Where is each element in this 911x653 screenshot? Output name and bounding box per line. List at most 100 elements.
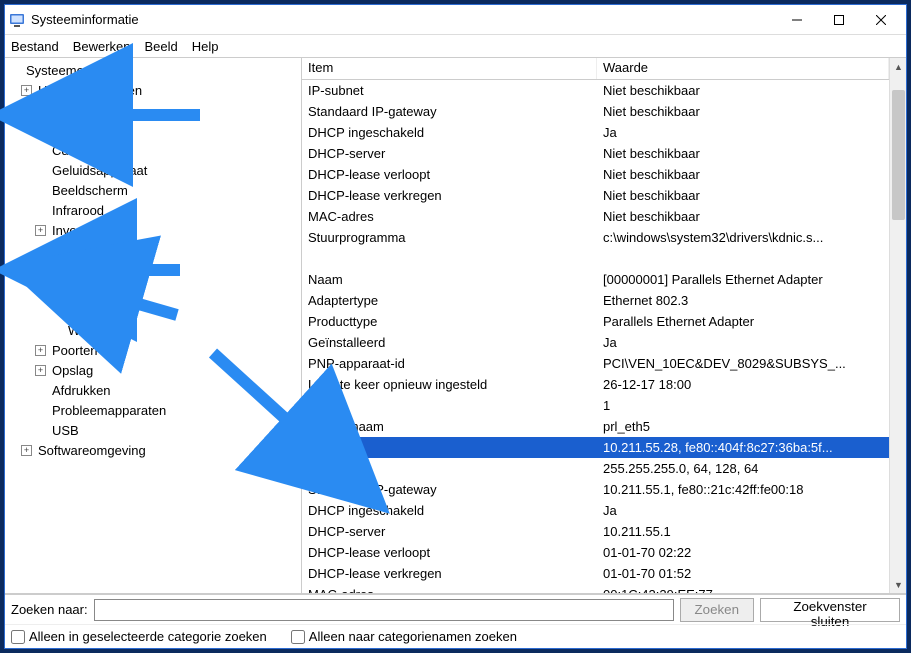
cell-value: Ethernet 802.3: [597, 293, 889, 308]
cell-item: Standaard IP-gateway: [302, 104, 597, 119]
cell-item: PNP-apparaat-id: [302, 356, 597, 371]
menubar: Bestand Bewerken Beeld Help: [5, 35, 906, 57]
search-input[interactable]: [94, 599, 674, 621]
search-button[interactable]: Zoeken: [680, 598, 754, 622]
header-item[interactable]: Item: [302, 58, 597, 79]
cell-value: Niet beschikbaar: [597, 209, 889, 224]
cell-value: prl_eth5: [597, 419, 889, 434]
table-row[interactable]: ProducttypeParallels Ethernet Adapter: [302, 311, 889, 332]
content-pane: Systeemoverzicht +Hardwarebronnen −Onder…: [5, 57, 906, 594]
cell-value: 10.211.55.28, fe80::404f:8c27:36ba:5f...: [597, 440, 889, 455]
table-row[interactable]: MAC-adres00:1C:42:29:EE:77: [302, 584, 889, 593]
close-button[interactable]: [860, 6, 902, 34]
table-row[interactable]: IP-subnetNiet beschikbaar: [302, 80, 889, 101]
table-row[interactable]: Laatste keer opnieuw ingesteld26-12-17 1…: [302, 374, 889, 395]
cell-item: Standaard IP-gateway: [302, 482, 597, 497]
cell-item: IP-subnet: [302, 83, 597, 98]
cell-item: MAC-adres: [302, 209, 597, 224]
tree-usb[interactable]: USB: [9, 420, 297, 440]
cell-item: Laatste keer opnieuw ingesteld: [302, 377, 597, 392]
plus-icon[interactable]: +: [35, 225, 46, 236]
table-row[interactable]: Stuurprogrammac:\windows\system32\driver…: [302, 227, 889, 248]
table-row[interactable]: MAC-adresNiet beschikbaar: [302, 206, 889, 227]
scroll-down-icon[interactable]: ▼: [890, 576, 906, 593]
table-row[interactable]: PNP-apparaat-idPCI\VEN_10EC&DEV_8029&SUB…: [302, 353, 889, 374]
table-row[interactable]: IP-subnet255.255.255.0, 64, 128, 64: [302, 458, 889, 479]
cell-value: Niet beschikbaar: [597, 188, 889, 203]
table-row[interactable]: Servicenaamprl_eth5: [302, 416, 889, 437]
opt-selected-category-checkbox[interactable]: [11, 630, 25, 644]
menu-view[interactable]: Beeld: [145, 39, 178, 54]
details-pane: Item Waarde IP-subnetNiet beschikbaarSta…: [302, 58, 906, 593]
plus-icon[interactable]: +: [35, 345, 46, 356]
table-row[interactable]: GeïnstalleerdJa: [302, 332, 889, 353]
tree-winsock[interactable]: WinSock: [9, 320, 297, 340]
tree-pane[interactable]: Systeemoverzicht +Hardwarebronnen −Onder…: [5, 58, 302, 593]
table-row[interactable]: Standaard IP-gatewayNiet beschikbaar: [302, 101, 889, 122]
plus-icon[interactable]: +: [21, 445, 32, 456]
tree-root[interactable]: Systeemoverzicht: [9, 60, 297, 80]
tree-storage[interactable]: +Opslag: [9, 360, 297, 380]
tree-problem[interactable]: Probleemapparaten: [9, 400, 297, 420]
tree-softenv[interactable]: +Softwareomgeving: [9, 440, 297, 460]
cell-item: Naam: [302, 272, 597, 287]
tree-printing[interactable]: Afdrukken: [9, 380, 297, 400]
vertical-scrollbar[interactable]: ▲ ▼: [889, 58, 906, 593]
scroll-up-icon[interactable]: ▲: [890, 58, 906, 75]
opt-category-names-checkbox[interactable]: [291, 630, 305, 644]
table-row[interactable]: DHCP-lease verkregenNiet beschikbaar: [302, 185, 889, 206]
table-row[interactable]: DHCP-serverNiet beschikbaar: [302, 143, 889, 164]
tree-adapter[interactable]: Adapter: [9, 280, 297, 300]
tree-protocol[interactable]: Protocol: [9, 300, 297, 320]
plus-icon[interactable]: +: [21, 85, 32, 96]
minimize-button[interactable]: [776, 6, 818, 34]
table-row[interactable]: DHCP ingeschakeldJa: [302, 122, 889, 143]
opt-category-names[interactable]: Alleen naar categorienamen zoeken: [291, 629, 517, 644]
table-row[interactable]: DHCP-lease verloopt01-01-70 02:22: [302, 542, 889, 563]
plus-icon[interactable]: +: [35, 365, 46, 376]
cell-value: 10.211.55.1: [597, 524, 889, 539]
cell-item: IP-adres: [302, 440, 597, 455]
cell-item: DHCP ingeschakeld: [302, 125, 597, 140]
details-table[interactable]: Item Waarde IP-subnetNiet beschikbaarSta…: [302, 58, 889, 593]
table-row[interactable]: AdaptertypeEthernet 802.3: [302, 290, 889, 311]
table-row[interactable]: DHCP-lease verlooptNiet beschikbaar: [302, 164, 889, 185]
tree-cdrom[interactable]: Cd-rom: [9, 140, 297, 160]
table-row[interactable]: Index1: [302, 395, 889, 416]
table-row[interactable]: DHCP-lease verkregen01-01-70 01:52: [302, 563, 889, 584]
cell-item: Servicenaam: [302, 419, 597, 434]
opt-selected-category[interactable]: Alleen in geselecteerde categorie zoeken: [11, 629, 267, 644]
menu-file[interactable]: Bestand: [11, 39, 59, 54]
menu-help[interactable]: Help: [192, 39, 219, 54]
plus-icon[interactable]: +: [35, 125, 46, 136]
minus-icon[interactable]: −: [35, 265, 46, 276]
header-value[interactable]: Waarde: [597, 58, 889, 79]
table-row[interactable]: Naam[00000001] Parallels Ethernet Adapte…: [302, 269, 889, 290]
cell-item: IP-subnet: [302, 461, 597, 476]
cell-item: DHCP-server: [302, 524, 597, 539]
cell-value: 10.211.55.1, fe80::21c:42ff:fe00:18: [597, 482, 889, 497]
tree-modem[interactable]: Modem: [9, 240, 297, 260]
table-row[interactable]: DHCP ingeschakeldJa: [302, 500, 889, 521]
tree-input[interactable]: +Invoer: [9, 220, 297, 240]
tree-components[interactable]: −Onderdelen: [9, 100, 297, 120]
table-row[interactable]: Standaard IP-gateway10.211.55.1, fe80::2…: [302, 479, 889, 500]
table-row[interactable]: DHCP-server10.211.55.1: [302, 521, 889, 542]
tree-ports[interactable]: +Poorten: [9, 340, 297, 360]
table-body[interactable]: IP-subnetNiet beschikbaarStandaard IP-ga…: [302, 80, 889, 593]
cell-value: Ja: [597, 335, 889, 350]
table-row[interactable]: IP-adres10.211.55.28, fe80::404f:8c27:36…: [302, 437, 889, 458]
tree-infrared[interactable]: Infrarood: [9, 200, 297, 220]
maximize-button[interactable]: [818, 6, 860, 34]
cell-value: 00:1C:42:29:EE:77: [597, 587, 889, 593]
tree-display[interactable]: Beeldscherm: [9, 180, 297, 200]
search-close-button[interactable]: Zoekvenster sluiten: [760, 598, 900, 622]
tree-audio[interactable]: Geluidsapparaat: [9, 160, 297, 180]
menu-edit[interactable]: Bewerken: [73, 39, 131, 54]
minus-icon[interactable]: −: [21, 105, 32, 116]
tree-network[interactable]: −Netwerk: [9, 260, 297, 280]
scroll-thumb[interactable]: [892, 90, 905, 220]
cell-value: 01-01-70 01:52: [597, 566, 889, 581]
tree-hardware[interactable]: +Hardwarebronnen: [9, 80, 297, 100]
tree-multimedia[interactable]: +Multimedia: [9, 120, 297, 140]
